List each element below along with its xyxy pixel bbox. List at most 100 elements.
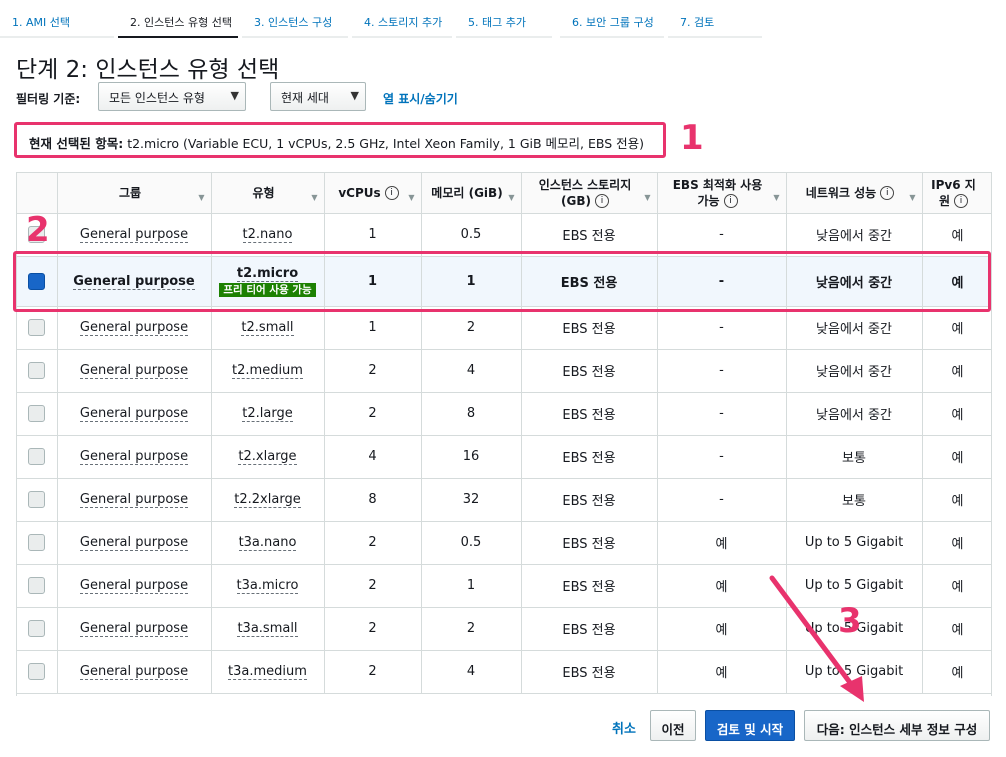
wizard-step-review[interactable]: 7. 검토: [668, 0, 762, 38]
cancel-link[interactable]: 취소: [612, 718, 636, 737]
group-value[interactable]: General purpose: [79, 363, 189, 379]
info-icon[interactable]: i: [384, 186, 399, 201]
cell-vcpus: 1: [324, 306, 422, 350]
group-value[interactable]: General purpose: [79, 227, 189, 243]
group-value[interactable]: General purpose: [79, 320, 189, 336]
type-value[interactable]: t3a.micro: [236, 578, 299, 594]
row-select-cell[interactable]: [17, 392, 58, 436]
header-network[interactable]: 네트워크 성능 i ▼: [786, 173, 923, 214]
table-row[interactable]: General purpose t2.micro 프리 티어 사용 가능 1 1 EBS …: [17, 256, 991, 307]
cell-storage: EBS 전용: [521, 650, 658, 694]
type-value[interactable]: t2.xlarge: [238, 449, 297, 465]
cell-storage: EBS 전용: [521, 392, 658, 436]
header-instance-storage[interactable]: 인스턴스 스토리지 (GB) i ▼: [521, 173, 658, 214]
row-select-cell[interactable]: [17, 256, 58, 307]
row-select-cell[interactable]: [17, 478, 58, 522]
info-icon[interactable]: i: [594, 194, 609, 209]
next-configure-instance-button[interactable]: 다음: 인스턴스 세부 정보 구성: [804, 710, 990, 741]
group-value[interactable]: General purpose: [79, 578, 189, 594]
row-checkbox[interactable]: [28, 534, 46, 551]
type-value[interactable]: t3a.medium: [228, 664, 307, 680]
free-tier-badge: 프리 티어 사용 가능: [219, 282, 316, 297]
row-select-cell[interactable]: [17, 564, 58, 608]
annotation-marker-3: 3: [838, 601, 862, 641]
row-select-cell[interactable]: [17, 650, 58, 694]
row-checkbox[interactable]: [28, 405, 46, 422]
cell-vcpus: 2: [324, 349, 422, 393]
type-value[interactable]: t2.small: [241, 320, 294, 336]
wizard-step-storage[interactable]: 4. 스토리지 추가: [352, 0, 452, 38]
wizard-step-security-group[interactable]: 6. 보안 그룹 구성: [560, 0, 664, 38]
type-value[interactable]: t2.large: [242, 406, 293, 422]
sort-icon: ▼: [644, 193, 651, 202]
group-value[interactable]: General purpose: [79, 664, 189, 680]
info-icon[interactable]: i: [723, 194, 738, 209]
show-hide-columns-link[interactable]: 열 표시/숨기기: [383, 90, 458, 107]
cell-ebs-optimized: -: [657, 256, 787, 307]
header-type[interactable]: 유형 ▼: [211, 173, 325, 214]
wizard-step-tags[interactable]: 5. 태그 추가: [456, 0, 552, 38]
table-row[interactable]: General purpose t2.small 1 2 EBS 전용 - 낮음에서 중간 예: [17, 306, 991, 350]
type-value[interactable]: t2.nano: [242, 227, 293, 243]
row-checkbox[interactable]: [28, 272, 46, 290]
row-select-cell[interactable]: [17, 435, 58, 479]
group-value[interactable]: General purpose: [73, 273, 195, 290]
previous-button[interactable]: 이전: [650, 710, 696, 741]
row-select-cell[interactable]: [17, 306, 58, 350]
type-value[interactable]: t3a.nano: [238, 535, 297, 551]
cell-ipv6: 예: [922, 650, 991, 694]
instance-type-filter-select[interactable]: 모든 인스턴스 유형 ▼: [98, 82, 246, 111]
row-select-cell[interactable]: [17, 349, 58, 393]
table-row[interactable]: General purpose t2.nano 1 0.5 EBS 전용 - 낮음에서 중간…: [17, 213, 991, 257]
cell-vcpus: 2: [324, 650, 422, 694]
group-value[interactable]: General purpose: [79, 449, 189, 465]
header-ipv6[interactable]: IPv6 지원i: [922, 173, 991, 214]
group-value[interactable]: General purpose: [79, 621, 189, 637]
type-value[interactable]: t3a.small: [237, 621, 298, 637]
cell-type: t3a.medium: [211, 650, 325, 694]
row-checkbox[interactable]: [28, 620, 46, 637]
row-checkbox[interactable]: [28, 577, 46, 594]
wizard-step-instance-type[interactable]: 2. 인스턴스 유형 선택: [118, 0, 238, 38]
table-row[interactable]: General purpose t3a.nano 2 0.5 EBS 전용 예 Up to …: [17, 521, 991, 565]
info-icon[interactable]: i: [880, 186, 895, 201]
header-memory[interactable]: 메모리 (GiB) ▼: [421, 173, 522, 214]
filter-bar: 필터링 기준: 모든 인스턴스 유형 ▼ 현재 세대 ▼ 열 표시/숨기기: [16, 82, 996, 112]
cell-vcpus: 1: [324, 256, 422, 307]
type-value[interactable]: t2.2xlarge: [234, 492, 301, 508]
page-title: 단계 2: 인스턴스 유형 선택: [16, 57, 280, 83]
group-value[interactable]: General purpose: [79, 406, 189, 422]
row-checkbox[interactable]: [28, 319, 46, 336]
wizard-step-configure[interactable]: 3. 인스턴스 구성: [242, 0, 348, 38]
cell-type: t2.large: [211, 392, 325, 436]
row-checkbox[interactable]: [28, 448, 46, 465]
sort-icon: ▼: [311, 193, 318, 202]
table-row[interactable]: General purpose t2.2xlarge 8 32 EBS 전용 - 보통 예: [17, 478, 991, 522]
header-storage-unit: (GB): [561, 193, 591, 208]
row-select-cell[interactable]: [17, 607, 58, 651]
type-value[interactable]: t2.medium: [232, 363, 303, 379]
sort-icon: ▼: [773, 193, 780, 202]
table-row[interactable]: General purpose t2.large 2 8 EBS 전용 - 낮음에서 중간 예: [17, 392, 991, 436]
table-row[interactable]: General purpose t2.medium 2 4 EBS 전용 - 낮음에서 중간…: [17, 349, 991, 393]
annotation-arrow: [769, 575, 864, 702]
table-row[interactable]: General purpose t2.xlarge 4 16 EBS 전용 - 보통 예: [17, 435, 991, 479]
header-ebs-optimized[interactable]: EBS 최적화 사용 가능 i ▼: [657, 173, 787, 214]
header-vcpus-label: vCPUs: [338, 185, 381, 200]
chevron-down-icon: ▼: [230, 89, 239, 102]
generation-filter-select[interactable]: 현재 세대 ▼: [270, 82, 366, 111]
header-vcpus[interactable]: vCPUs i ▼: [324, 173, 422, 214]
row-checkbox[interactable]: [28, 362, 46, 379]
type-value[interactable]: t2.micro: [236, 265, 299, 282]
info-icon[interactable]: i: [954, 194, 969, 209]
group-value[interactable]: General purpose: [79, 492, 189, 508]
row-checkbox[interactable]: [28, 663, 46, 680]
wizard-step-ami[interactable]: 1. AMI 선택: [0, 0, 114, 38]
row-select-cell[interactable]: [17, 521, 58, 565]
header-group[interactable]: 그룹 ▼: [57, 173, 212, 214]
row-checkbox[interactable]: [28, 491, 46, 508]
review-and-launch-button[interactable]: 검토 및 시작: [705, 710, 795, 741]
sort-icon: ▼: [508, 193, 515, 202]
instance-type-filter-value: 모든 인스턴스 유형: [109, 91, 205, 105]
group-value[interactable]: General purpose: [79, 535, 189, 551]
